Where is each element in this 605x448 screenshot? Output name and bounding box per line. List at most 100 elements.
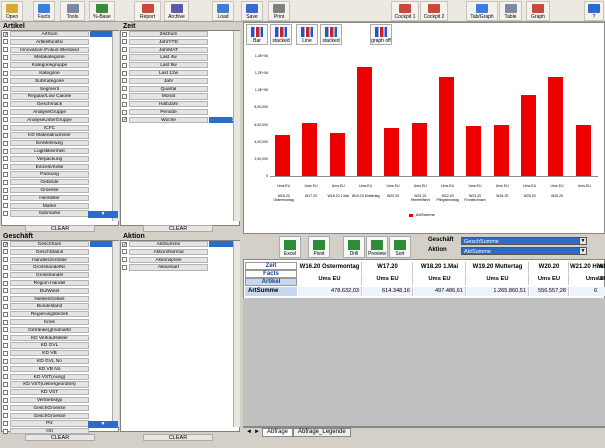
aktion-scrollbar[interactable] bbox=[233, 241, 240, 427]
geschaeft-checkbox[interactable] bbox=[3, 304, 8, 310]
artikel-checkbox[interactable]: ✓ bbox=[3, 31, 8, 37]
toolbar-cockpit-1-button[interactable]: Cockpit 1 bbox=[391, 1, 419, 21]
zeit-list-item[interactable]: Monat bbox=[122, 93, 208, 100]
artikel-checkbox[interactable] bbox=[3, 195, 8, 201]
toolbar-report-button[interactable]: Report bbox=[134, 1, 161, 21]
dim-tab-zeit[interactable]: Zeit bbox=[245, 262, 297, 270]
selector-0-dropdown[interactable]: GeschSumme bbox=[461, 237, 587, 245]
zeit-list-item[interactable]: Last 12w bbox=[122, 70, 208, 77]
cell-value[interactable]: 478.632,03 bbox=[298, 287, 362, 296]
artikel-list-item[interactable]: EinMehrweg bbox=[3, 140, 89, 147]
chart-Bar-button[interactable]: Bar bbox=[246, 24, 268, 45]
cell-value[interactable]: 556.557,28 bbox=[530, 287, 569, 296]
artikel-checkbox[interactable] bbox=[3, 148, 8, 154]
sheet-tab-abfrage[interactable]: Abfrage bbox=[262, 428, 294, 437]
artikel-list-item[interactable]: Geschmack bbox=[3, 101, 89, 108]
dim-tab-artikel[interactable]: Artikel bbox=[245, 278, 297, 286]
artikel-list-item[interactable]: SubKategorie bbox=[3, 77, 89, 85]
geschaeft-list-item[interactable]: Bundesland bbox=[3, 303, 89, 310]
artikel-checkbox[interactable] bbox=[3, 140, 8, 146]
cell-value[interactable]: 497.486,61 bbox=[414, 287, 466, 296]
aktion-list-item[interactable]: Aktion/Normal bbox=[122, 248, 208, 256]
geschaeft-checkbox[interactable] bbox=[3, 413, 8, 419]
artikel-checkbox[interactable] bbox=[3, 86, 8, 92]
geschaeft-checkbox[interactable] bbox=[3, 358, 8, 364]
zeit-list-item[interactable]: Quartal bbox=[122, 85, 208, 92]
dim-tab-facts[interactable]: Facts bbox=[245, 270, 297, 278]
artikel-list-item[interactable]: Artikelfunktiv bbox=[3, 38, 89, 46]
geschaeft-list-item[interactable]: Du/Wiest bbox=[3, 287, 89, 295]
artikel-checkbox[interactable] bbox=[3, 164, 8, 170]
artikel-checkbox[interactable] bbox=[3, 47, 8, 53]
zeit-checkbox[interactable] bbox=[122, 78, 127, 84]
sheet-nav-right-icon[interactable]: ► bbox=[254, 429, 260, 435]
geschaeft-checkbox[interactable] bbox=[3, 280, 8, 286]
aktion-checkbox[interactable] bbox=[122, 249, 127, 255]
aktion-list-item[interactable]: ✓AktSumme1 bbox=[122, 241, 239, 248]
artikel-checkbox[interactable] bbox=[3, 203, 8, 209]
geschaeft-list-item[interactable]: KD VB No bbox=[3, 365, 89, 373]
zeit-list-item[interactable]: Last 4w bbox=[122, 54, 208, 61]
artikel-checkbox[interactable] bbox=[3, 39, 8, 45]
zeit-scrollbar[interactable] bbox=[233, 31, 240, 221]
artikel-list-item[interactable]: Submarke bbox=[3, 210, 89, 217]
artikel-checkbox[interactable] bbox=[3, 62, 8, 68]
artikel-checkbox[interactable] bbox=[3, 109, 8, 115]
aktion-checkbox[interactable] bbox=[122, 265, 127, 271]
toolbar-archive-button[interactable]: Archive bbox=[164, 1, 189, 21]
zeit-checkbox[interactable] bbox=[122, 55, 127, 61]
toolbar-table-button[interactable]: Table bbox=[499, 1, 522, 21]
geschaeft-checkbox[interactable] bbox=[3, 249, 8, 255]
artikel-clear-button[interactable]: CLEAR bbox=[25, 225, 95, 232]
artikel-list-item[interactable]: Kategorie bbox=[3, 70, 89, 77]
artikel-list-item[interactable]: Hersteller bbox=[3, 194, 89, 202]
geschaeft-list-item[interactable]: Regierungsbezirk bbox=[3, 311, 89, 318]
artikel-checkbox[interactable] bbox=[3, 172, 8, 178]
geschaeft-list-item[interactable]: NielsenGebiet bbox=[3, 295, 89, 302]
geschaeft-checkbox[interactable] bbox=[3, 428, 8, 434]
artikel-list-item[interactable]: Packung bbox=[3, 171, 89, 178]
aktion-list-item[interactable]: Aktionspreis bbox=[122, 256, 208, 263]
geschaeft-scroll-down-icon[interactable]: ▼ bbox=[88, 421, 118, 428]
toolbar-print-button[interactable]: Print bbox=[268, 1, 290, 21]
zeit-checkbox[interactable] bbox=[122, 31, 127, 37]
geschaeft-checkbox[interactable] bbox=[3, 288, 8, 294]
artikel-list-item[interactable]: Logistikeinheit bbox=[3, 148, 89, 155]
artikel-list-item[interactable]: Kategoriegruppe bbox=[3, 62, 89, 69]
zeit-checkbox[interactable] bbox=[122, 39, 127, 45]
cell-value[interactable] bbox=[598, 287, 605, 296]
aktion-checkbox[interactable] bbox=[122, 257, 127, 263]
geschaeft-list-item[interactable]: Ort bbox=[3, 428, 89, 435]
selector-1-dropdown[interactable]: AktSumme bbox=[461, 247, 587, 255]
artikel-list-item[interactable]: Segment bbox=[3, 85, 89, 92]
toolbar-save-button[interactable]: Save bbox=[241, 1, 263, 21]
geschaeft-list-item[interactable]: GeschGroesse bbox=[3, 404, 89, 412]
zeit-checkbox[interactable] bbox=[122, 94, 127, 100]
geschaeft-list-item[interactable]: Getränke(gh/dmarkt bbox=[3, 326, 89, 334]
toolbar-graph-button[interactable]: Graph bbox=[526, 1, 550, 21]
zeit-list-item[interactable]: Last 8w bbox=[122, 62, 208, 69]
artikel-checkbox[interactable] bbox=[3, 101, 8, 107]
geschaeft-checkbox[interactable] bbox=[3, 421, 8, 427]
toolbar---button[interactable]: ? bbox=[584, 1, 604, 21]
geschaeft-checkbox[interactable] bbox=[3, 319, 8, 325]
zeit-list-item[interactable]: HalbJahr bbox=[122, 101, 208, 108]
zeit-list-item[interactable]: ZeitSum bbox=[122, 31, 208, 38]
geschaeft-clear-button[interactable]: CLEAR bbox=[25, 434, 95, 441]
geschaeft-list-item[interactable]: KD Verkaufsleiter bbox=[3, 334, 89, 341]
cell-value[interactable]: 614.348,16 bbox=[363, 287, 413, 296]
chart-stacked-button[interactable]: stacked bbox=[320, 24, 342, 45]
artikel-list-item[interactable]: Innovation-/Fokus-/Bestand bbox=[3, 46, 89, 53]
zeit-checkbox[interactable] bbox=[122, 86, 127, 92]
geschaeft-checkbox[interactable] bbox=[3, 257, 8, 263]
artikel-checkbox[interactable] bbox=[3, 78, 8, 84]
sheet-tab-abfrage-legende[interactable]: Abfrage_Legende bbox=[293, 428, 351, 437]
artikel-list-item[interactable]: ICFC bbox=[3, 124, 89, 131]
geschaeft-list-item[interactable]: KD GVL bbox=[3, 342, 89, 349]
geschaeft-checkbox[interactable] bbox=[3, 311, 8, 317]
geschaeft-checkbox[interactable] bbox=[3, 366, 8, 372]
aktion-checkbox[interactable]: ✓ bbox=[122, 241, 127, 247]
artikel-list-item[interactable]: Metakategorie bbox=[3, 54, 89, 61]
artikel-checkbox[interactable] bbox=[3, 94, 8, 100]
geschaeft-checkbox[interactable] bbox=[3, 405, 8, 411]
